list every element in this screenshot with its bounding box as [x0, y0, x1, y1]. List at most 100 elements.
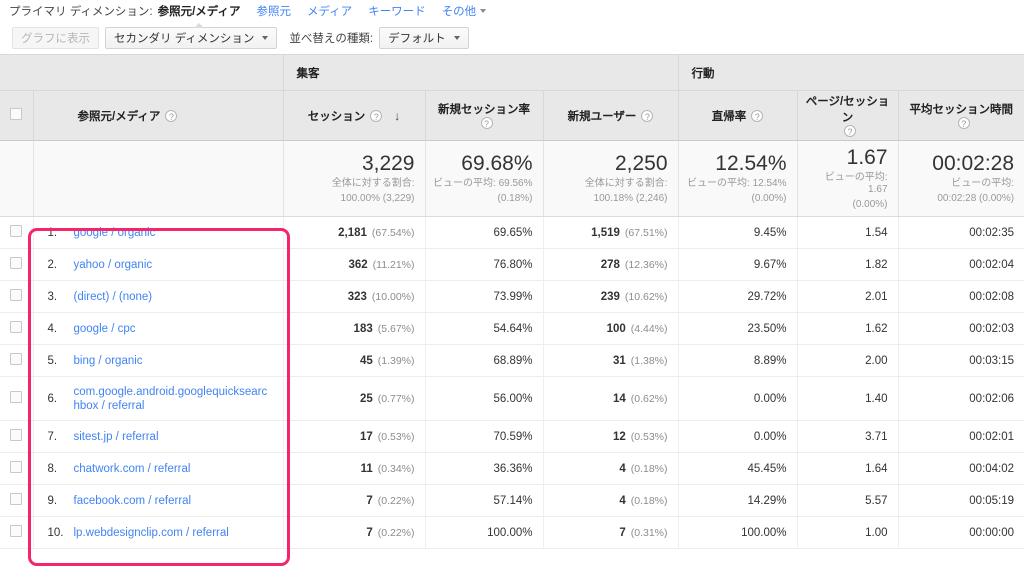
row-bounce-rate-cell: 45.45%	[677, 452, 798, 485]
summary-sessions-sub1: 全体に対する割合:	[331, 178, 415, 189]
report-toolbar: グラフに表示 セカンダリ ディメンション 並べ替えの種類: デフォルト	[0, 22, 1024, 54]
row-new-users-pct: (67.51%)	[624, 226, 668, 239]
row-new-session-rate-value: 70.59%	[493, 430, 533, 443]
row-sessions-value: 7	[366, 526, 373, 539]
row-checkbox[interactable]	[10, 289, 23, 301]
row-dimension-cell: 6. com.google.android.googlequicksearchbo…	[32, 376, 283, 421]
row-checkbox[interactable]	[10, 353, 23, 365]
help-icon[interactable]: ?	[165, 110, 178, 123]
primary-dimension-more[interactable]: その他	[442, 3, 487, 19]
row-dimension-cell: 5. bing / organic	[32, 344, 283, 377]
row-sessions-cell: 362 (11.21%)	[282, 248, 425, 281]
summary-new-users-value: 2,250	[614, 152, 668, 175]
help-icon[interactable]: ?	[641, 110, 654, 123]
column-header-dimension-label: 参照元/メディア	[77, 110, 161, 123]
row-bounce-rate-value: 100.00%	[741, 526, 787, 539]
row-new-users-value: 1,519	[591, 226, 620, 239]
row-index: 3.	[47, 290, 58, 303]
table-row: 4. google / cpc 183 (5.67%) 54.64% 100 (4.44%)…	[0, 312, 1024, 345]
column-header-new-users[interactable]: 新規ユーザー?	[542, 90, 679, 141]
primary-dimension-link-source[interactable]: 参照元	[256, 3, 291, 19]
row-bounce-rate-value: 14.29%	[747, 494, 787, 507]
row-pages-per-session-cell: 1.54	[796, 216, 899, 249]
row-new-users-value: 4	[619, 462, 626, 475]
summary-sessions-value: 3,229	[361, 152, 415, 175]
column-header-pages-per-session[interactable]: ページ/セッション?	[796, 90, 899, 141]
help-icon[interactable]: ?	[370, 110, 383, 123]
sort-type-select[interactable]: デフォルト	[379, 27, 469, 49]
row-checkbox[interactable]	[10, 429, 23, 441]
column-header-avg-session-duration[interactable]: 平均セッション時間?	[897, 90, 1024, 141]
row-sessions-pct: (0.77%)	[377, 392, 415, 405]
table-row: 1. google / organic 2,181 (67.54%) 69.65% 1,5…	[0, 216, 1024, 249]
header-select-all-cell	[0, 90, 33, 141]
row-sessions-pct: (1.39%)	[377, 354, 415, 367]
column-header-bounce-rate-label: 直帰率	[711, 110, 747, 123]
row-avg-duration-cell: 00:03:15	[897, 344, 1024, 377]
row-checkbox[interactable]	[10, 461, 23, 473]
row-dimension-link[interactable]: google / organic	[74, 226, 156, 240]
row-checkbox-cell	[0, 376, 33, 421]
row-dimension-cell: 10. lp.webdesignclip.com / referral	[32, 516, 283, 549]
row-dimension-link[interactable]: yahoo / organic	[74, 258, 153, 272]
help-icon[interactable]: ?	[844, 125, 857, 138]
row-checkbox[interactable]	[10, 321, 23, 333]
row-sessions-value: 25	[359, 392, 373, 405]
row-dimension-link[interactable]: chatwork.com / referral	[74, 462, 191, 476]
select-all-checkbox[interactable]	[10, 108, 23, 120]
row-dimension-link[interactable]: bing / organic	[74, 354, 143, 368]
row-checkbox[interactable]	[10, 257, 23, 269]
sort-desc-icon[interactable]: ↓	[394, 109, 400, 123]
row-pages-per-session-value: 3.71	[865, 430, 888, 443]
row-sessions-cell: 25 (0.77%)	[282, 376, 425, 421]
row-avg-duration-value: 00:02:03	[969, 322, 1015, 335]
primary-dimension-link-medium[interactable]: メディア	[307, 3, 352, 19]
row-dimension-link[interactable]: (direct) / (none)	[74, 290, 153, 304]
column-header-dimension[interactable]: 参照元/メディア?	[32, 90, 283, 141]
row-dimension-link[interactable]: google / cpc	[74, 322, 136, 336]
row-new-session-rate-value: 57.14%	[493, 494, 533, 507]
row-dimension-link[interactable]: sitest.jp / referral	[74, 430, 159, 444]
row-checkbox[interactable]	[10, 225, 23, 237]
help-icon[interactable]: ?	[480, 117, 493, 130]
row-new-users-pct: (0.18%)	[630, 462, 668, 475]
row-new-users-cell: 278 (12.36%)	[542, 248, 679, 281]
row-new-users-value: 4	[619, 494, 626, 507]
row-new-users-cell: 31 (1.38%)	[542, 344, 679, 377]
row-bounce-rate-cell: 0.00%	[677, 376, 798, 421]
summary-new-users-sub1: 全体に対する割合:	[584, 178, 668, 189]
row-index: 1.	[47, 226, 58, 239]
row-sessions-value: 362	[348, 258, 368, 271]
row-checkbox[interactable]	[10, 391, 23, 403]
secondary-dimension-button[interactable]: セカンダリ ディメンション	[105, 27, 278, 49]
column-header-new-session-rate[interactable]: 新規セッション率?	[424, 90, 543, 141]
row-dimension-link[interactable]: com.google.android.googlequicksearchbox …	[74, 385, 273, 413]
row-bounce-rate-value: 0.00%	[753, 430, 787, 443]
plot-rows-button[interactable]: グラフに表示	[12, 27, 99, 49]
row-sessions-cell: 17 (0.53%)	[282, 420, 425, 453]
column-header-bounce-rate[interactable]: 直帰率?	[677, 90, 798, 141]
row-sessions-value: 17	[359, 430, 373, 443]
column-header-pages-per-session-label: ページ/セッション	[805, 96, 890, 125]
summary-blank-dimension	[32, 140, 283, 217]
row-avg-duration-value: 00:00:00	[969, 526, 1015, 539]
chevron-down-icon	[262, 36, 269, 40]
help-icon[interactable]: ?	[957, 117, 970, 130]
row-pages-per-session-cell: 1.40	[796, 376, 899, 421]
row-index: 2.	[47, 258, 58, 271]
primary-dimension-active[interactable]: 参照元/メディア	[158, 3, 240, 28]
column-header-sessions[interactable]: セッション? ↓	[282, 90, 425, 141]
row-new-session-rate-cell: 68.89%	[424, 344, 543, 377]
row-dimension-link[interactable]: lp.webdesignclip.com / referral	[74, 526, 229, 540]
row-bounce-rate-cell: 100.00%	[677, 516, 798, 549]
row-checkbox[interactable]	[10, 493, 23, 505]
row-dimension-link[interactable]: facebook.com / referral	[74, 494, 192, 508]
row-new-users-cell: 100 (4.44%)	[542, 312, 679, 345]
row-new-users-pct: (4.44%)	[630, 322, 668, 335]
primary-dimension-link-keyword[interactable]: キーワード	[368, 3, 426, 19]
help-icon[interactable]: ?	[751, 110, 764, 123]
row-bounce-rate-cell: 23.50%	[677, 312, 798, 345]
row-checkbox[interactable]	[10, 525, 23, 537]
summary-new-session-rate-sub1: ビューの平均: 69.56%	[433, 178, 533, 189]
row-pages-per-session-value: 1.64	[865, 462, 888, 475]
